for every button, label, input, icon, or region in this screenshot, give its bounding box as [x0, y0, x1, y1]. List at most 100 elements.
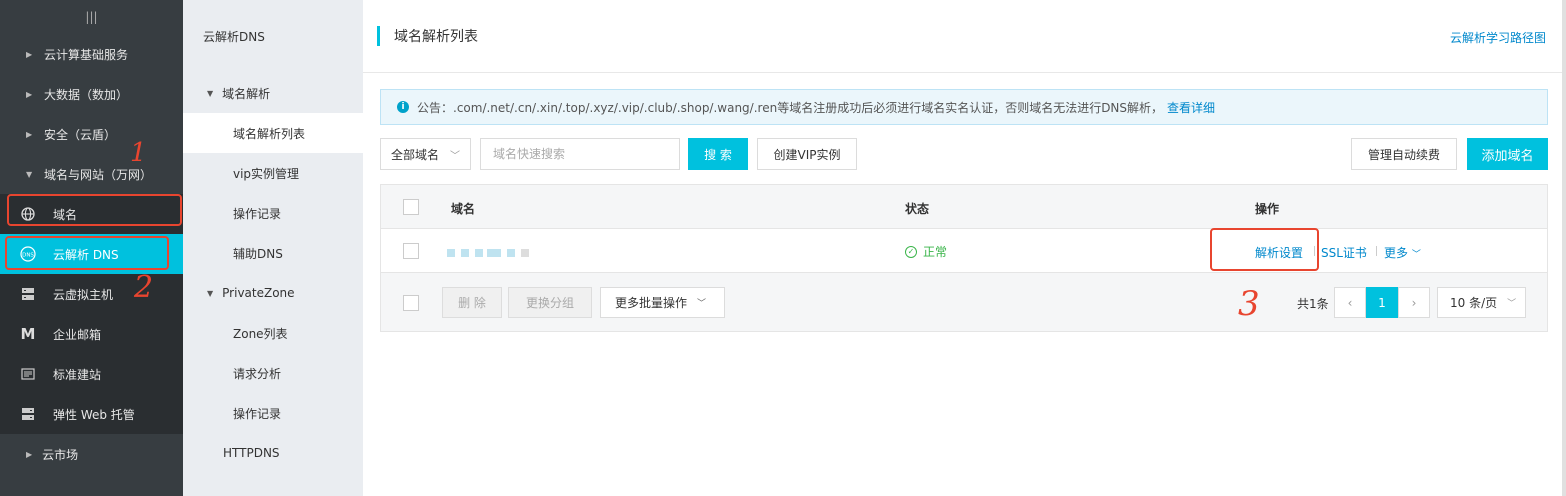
caret-right-icon: ▶: [26, 49, 33, 59]
mail-icon: M: [20, 325, 36, 343]
annotation-number-2: 2: [134, 270, 154, 305]
annotation-box-resolve: [1210, 228, 1319, 271]
ssl-cert-link[interactable]: SSL证书: [1321, 244, 1367, 261]
subnav-item-zone-list[interactable]: Zone列表: [183, 313, 363, 353]
subnav-item-vip[interactable]: vip实例管理: [183, 153, 363, 193]
domain-filter-select[interactable]: 全部域名 ﹀: [380, 138, 471, 170]
nav-group-market[interactable]: ▶ 云市场: [0, 434, 183, 474]
chevron-right-icon: ›: [1411, 295, 1417, 310]
table-row: ✓ 正常 解析设置 SSL证书 更多 ﹀: [381, 229, 1547, 273]
nav-item-web-host[interactable]: 弹性 Web 托管: [0, 394, 183, 434]
chevron-down-icon: ﹀: [450, 150, 460, 162]
chevron-left-icon: ‹: [1347, 295, 1353, 310]
info-icon: i: [397, 101, 409, 113]
search-button[interactable]: 搜 索: [688, 138, 748, 170]
domain-table: 域名 状态 操作 ✓ 正常 解析设置 SSL证书 更多 ﹀ 删 除 更换分组 更…: [380, 184, 1548, 332]
batch-label: 更多批量操作: [615, 296, 688, 310]
table-footer: 删 除 更换分组 更多批量操作 ﹀ 共1条 ‹ 1 › 10 条/页 ﹀: [381, 273, 1547, 331]
subnav-item-httpdns[interactable]: HTTPDNS: [183, 433, 363, 473]
nav-group-security[interactable]: ▶ 安全（云盾）: [0, 114, 183, 154]
web-host-icon: [20, 406, 36, 422]
annotation-number-3: 3: [1238, 284, 1260, 324]
subnav-group-label: 域名解析: [222, 86, 271, 101]
page-header: 域名解析列表 云解析学习路径图: [363, 0, 1562, 73]
nav-item-virtual-host[interactable]: 云虚拟主机: [0, 274, 183, 314]
divider: [1376, 246, 1377, 256]
caret-down-icon: ▼: [26, 169, 33, 179]
site-icon: [20, 366, 36, 382]
announcement-banner: i 公告：.com/.net/.cn/.xin/.top/.xyz/.vip/.…: [380, 89, 1548, 125]
subnav-item-request-analysis[interactable]: 请求分析: [183, 353, 363, 393]
nav-group-label: 云计算基础服务: [44, 47, 129, 62]
toolbar: 全部域名 ﹀ 搜 索 创建VIP实例 管理自动续费 添加域名: [380, 138, 1548, 170]
title-accent-bar: [377, 26, 380, 46]
row-checkbox[interactable]: [403, 243, 419, 259]
nav-item-site[interactable]: 标准建站: [0, 354, 183, 394]
subnav-title: 云解析DNS: [203, 30, 265, 44]
window-edge: [1562, 0, 1566, 496]
nav-group-cloud-basic[interactable]: ▶ 云计算基础服务: [0, 34, 183, 74]
next-page-button[interactable]: ›: [1398, 287, 1430, 318]
nav-group-bigdata[interactable]: ▶ 大数据（数加）: [0, 74, 183, 114]
nav-group-domain-site[interactable]: ▼ 域名与网站（万网）: [0, 154, 183, 194]
learning-path-link[interactable]: 云解析学习路径图: [1450, 29, 1546, 46]
menu-icon: |||: [85, 10, 98, 24]
secondary-nav: 云解析DNS ▼ 域名解析 域名解析列表 vip实例管理 操作记录 辅助DNS ▼…: [183, 0, 363, 496]
caret-down-icon: ▼: [207, 88, 214, 98]
select-value: 全部域名: [391, 147, 440, 162]
subnav-item-secondary-dns[interactable]: 辅助DNS: [183, 233, 363, 273]
nav-item-mail[interactable]: M 企业邮箱: [0, 314, 183, 354]
chevron-down-icon: ﹀: [1411, 250, 1421, 260]
nav-group-label: 云市场: [42, 447, 79, 462]
create-vip-button[interactable]: 创建VIP实例: [757, 138, 857, 170]
nav-group-label: 大数据（数加）: [44, 87, 129, 102]
announcement-text: 公告：.com/.net/.cn/.xin/.top/.xyz/.vip/.cl…: [417, 100, 1164, 115]
chevron-down-icon: ﹀: [1507, 299, 1517, 309]
page-size-select[interactable]: 10 条/页 ﹀: [1437, 287, 1526, 318]
col-domain: 域名: [451, 202, 476, 216]
subnav-group-privatezone[interactable]: ▼ PrivateZone: [183, 273, 363, 313]
subnav-item-pz-logs[interactable]: 操作记录: [183, 393, 363, 433]
annotation-box-dns: [5, 236, 169, 270]
change-group-button[interactable]: 更换分组: [508, 287, 592, 318]
view-details-link[interactable]: 查看详细: [1167, 99, 1215, 116]
subnav-item-domain-list[interactable]: 域名解析列表: [183, 113, 363, 153]
select-all-checkbox[interactable]: [403, 199, 419, 215]
prev-page-button[interactable]: ‹: [1334, 287, 1366, 318]
caret-right-icon: ▶: [26, 449, 33, 459]
col-actions: 操作: [1255, 202, 1280, 216]
delete-button[interactable]: 删 除: [442, 287, 502, 318]
domain-name-blurred[interactable]: [447, 229, 537, 273]
footer-select-checkbox[interactable]: [403, 295, 419, 311]
nav-item-label: 弹性 Web 托管: [53, 407, 135, 422]
status-badge: ✓ 正常: [905, 243, 947, 260]
page-size-value: 10 条/页: [1450, 296, 1498, 310]
nav-item-label: 标准建站: [53, 367, 102, 382]
more-label: 更多: [1384, 246, 1409, 260]
more-actions-dropdown[interactable]: 更多 ﹀: [1384, 244, 1421, 261]
total-count: 共1条: [1297, 297, 1329, 311]
nav-group-label: 安全（云盾）: [44, 127, 117, 142]
add-domain-button[interactable]: 添加域名: [1467, 138, 1548, 170]
batch-actions-dropdown[interactable]: 更多批量操作 ﹀: [600, 287, 725, 318]
caret-right-icon: ▶: [26, 129, 33, 139]
status-text: 正常: [923, 245, 948, 259]
server-icon: [20, 286, 36, 302]
chevron-down-icon: ﹀: [697, 299, 707, 309]
caret-right-icon: ▶: [26, 89, 33, 99]
table-header: 域名 状态 操作: [381, 185, 1547, 229]
nav-collapse-toggle[interactable]: |||: [0, 0, 183, 34]
subnav-group-dns-resolve[interactable]: ▼ 域名解析: [183, 73, 363, 113]
nav-item-label: 企业邮箱: [53, 327, 102, 342]
app-root: ||| ▶ 云计算基础服务 ▶ 大数据（数加） ▶ 安全（云盾） ▼ 域名与网站（万网）…: [0, 0, 1566, 496]
caret-down-icon: ▼: [207, 288, 214, 298]
subnav-group-label: PrivateZone: [222, 286, 295, 300]
check-circle-icon: ✓: [905, 245, 917, 258]
auto-renew-button[interactable]: 管理自动续费: [1351, 138, 1457, 170]
subnav-item-logs[interactable]: 操作记录: [183, 193, 363, 233]
page-1-button[interactable]: 1: [1366, 287, 1398, 318]
domain-search-input[interactable]: [480, 138, 680, 170]
annotation-box-domain: [7, 194, 182, 226]
page-title: 域名解析列表: [394, 29, 478, 45]
nav-group-label: 域名与网站（万网）: [44, 167, 153, 182]
